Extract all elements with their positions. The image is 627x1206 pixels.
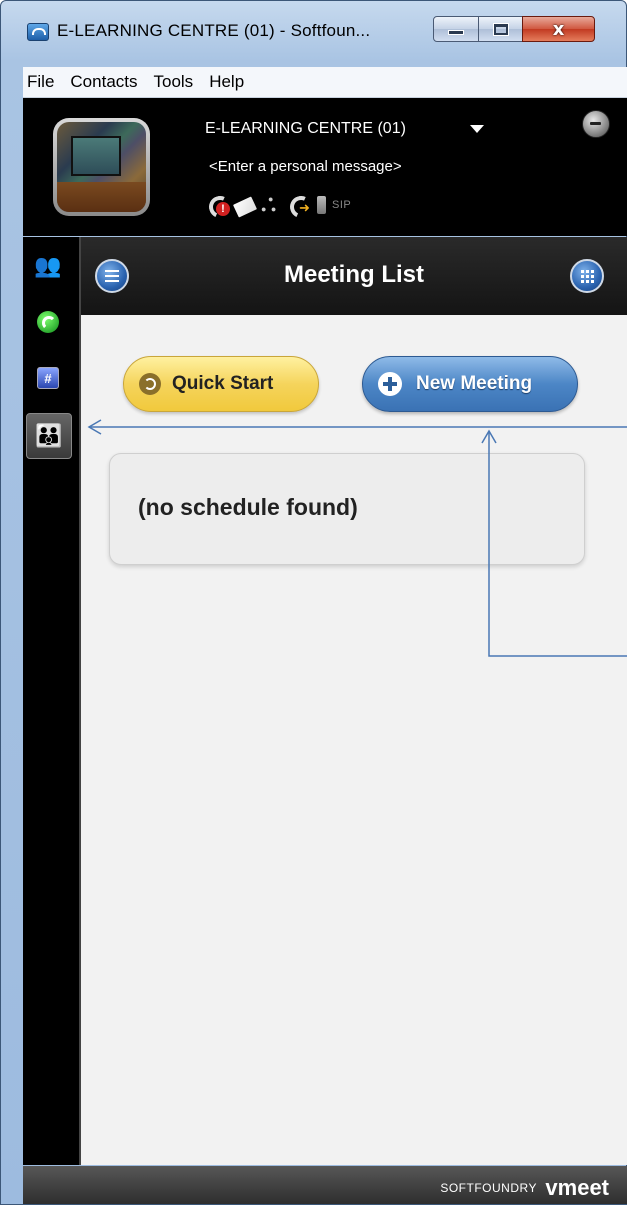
- quick-start-button[interactable]: Quick Start: [123, 356, 319, 412]
- new-meeting-button[interactable]: New Meeting: [362, 356, 578, 412]
- refresh-icon: [139, 373, 161, 395]
- empty-schedule-message: (no schedule found): [138, 494, 358, 520]
- page-title: Meeting List: [283, 261, 424, 288]
- profile-menu-button[interactable]: [582, 110, 610, 138]
- brand-logo: SOFTFOUNDRY vmeet: [440, 1175, 609, 1201]
- personal-message-input[interactable]: <Enter a personal message>: [209, 158, 439, 175]
- maximize-button[interactable]: [478, 16, 523, 42]
- close-icon: x: [552, 18, 565, 40]
- menu-contacts[interactable]: Contacts: [62, 72, 145, 92]
- menu-file[interactable]: File: [23, 72, 62, 92]
- sip-label: SIP: [332, 199, 352, 211]
- brand-vmeet: vmeet: [545, 1175, 609, 1200]
- status-icons: SIP: [207, 194, 352, 218]
- footer: SOFTFOUNDRY vmeet: [23, 1166, 627, 1204]
- plus-icon: [378, 372, 402, 396]
- sidebar-item-meeting[interactable]: 👪: [26, 413, 72, 459]
- menu-bar: File Contacts Tools Help: [23, 67, 627, 98]
- grid-icon: [585, 274, 589, 278]
- maximize-icon: [493, 23, 508, 35]
- meeting-header: Meeting List: [81, 237, 627, 315]
- sidebar: 👥 # 👪: [23, 237, 81, 1165]
- profile-header: E-LEARNING CENTRE (01) <Enter a personal…: [23, 98, 627, 236]
- share-icon[interactable]: [261, 194, 283, 216]
- avatar[interactable]: [53, 118, 150, 216]
- avatar-image: [57, 122, 146, 212]
- minimize-button[interactable]: [433, 16, 479, 42]
- app-window: E-LEARNING CENTRE (01) - Softfoun... x F…: [0, 0, 627, 1205]
- contacts-icon: 👥: [34, 253, 62, 278]
- phone-blocked-icon[interactable]: [207, 194, 230, 216]
- sidebar-item-phone[interactable]: [33, 307, 63, 337]
- sip-phone-icon[interactable]: [317, 196, 326, 214]
- close-button[interactable]: x: [522, 16, 595, 42]
- schedule-panel: (no schedule found): [109, 453, 585, 565]
- title-bar[interactable]: E-LEARNING CENTRE (01) - Softfoun... x: [1, 1, 626, 43]
- window-title: E-LEARNING CENTRE (01) - Softfoun...: [57, 21, 371, 40]
- call-forward-icon[interactable]: [289, 194, 311, 216]
- meeting-icon: 👪: [35, 423, 63, 448]
- phone-icon: [37, 311, 59, 333]
- profile-name: E-LEARNING CENTRE (01): [205, 120, 406, 137]
- new-meeting-label: New Meeting: [416, 373, 533, 394]
- brand-softfoundry: SOFTFOUNDRY: [440, 1181, 537, 1195]
- sidebar-item-contacts[interactable]: 👥: [33, 251, 63, 281]
- meeting-grid-button[interactable]: [570, 259, 604, 293]
- menu-help[interactable]: Help: [201, 72, 252, 92]
- app-icon: [27, 23, 49, 41]
- menu-tools[interactable]: Tools: [146, 72, 202, 92]
- minimize-icon: [449, 30, 463, 34]
- meeting-content: Quick Start New Meeting (no schedule fou…: [81, 315, 627, 1165]
- dialpad-icon: #: [37, 367, 59, 389]
- sidebar-item-dialpad[interactable]: #: [33, 363, 63, 393]
- quick-start-label: Quick Start: [172, 373, 274, 394]
- mail-icon[interactable]: [232, 196, 258, 218]
- chevron-down-icon[interactable]: [470, 125, 484, 133]
